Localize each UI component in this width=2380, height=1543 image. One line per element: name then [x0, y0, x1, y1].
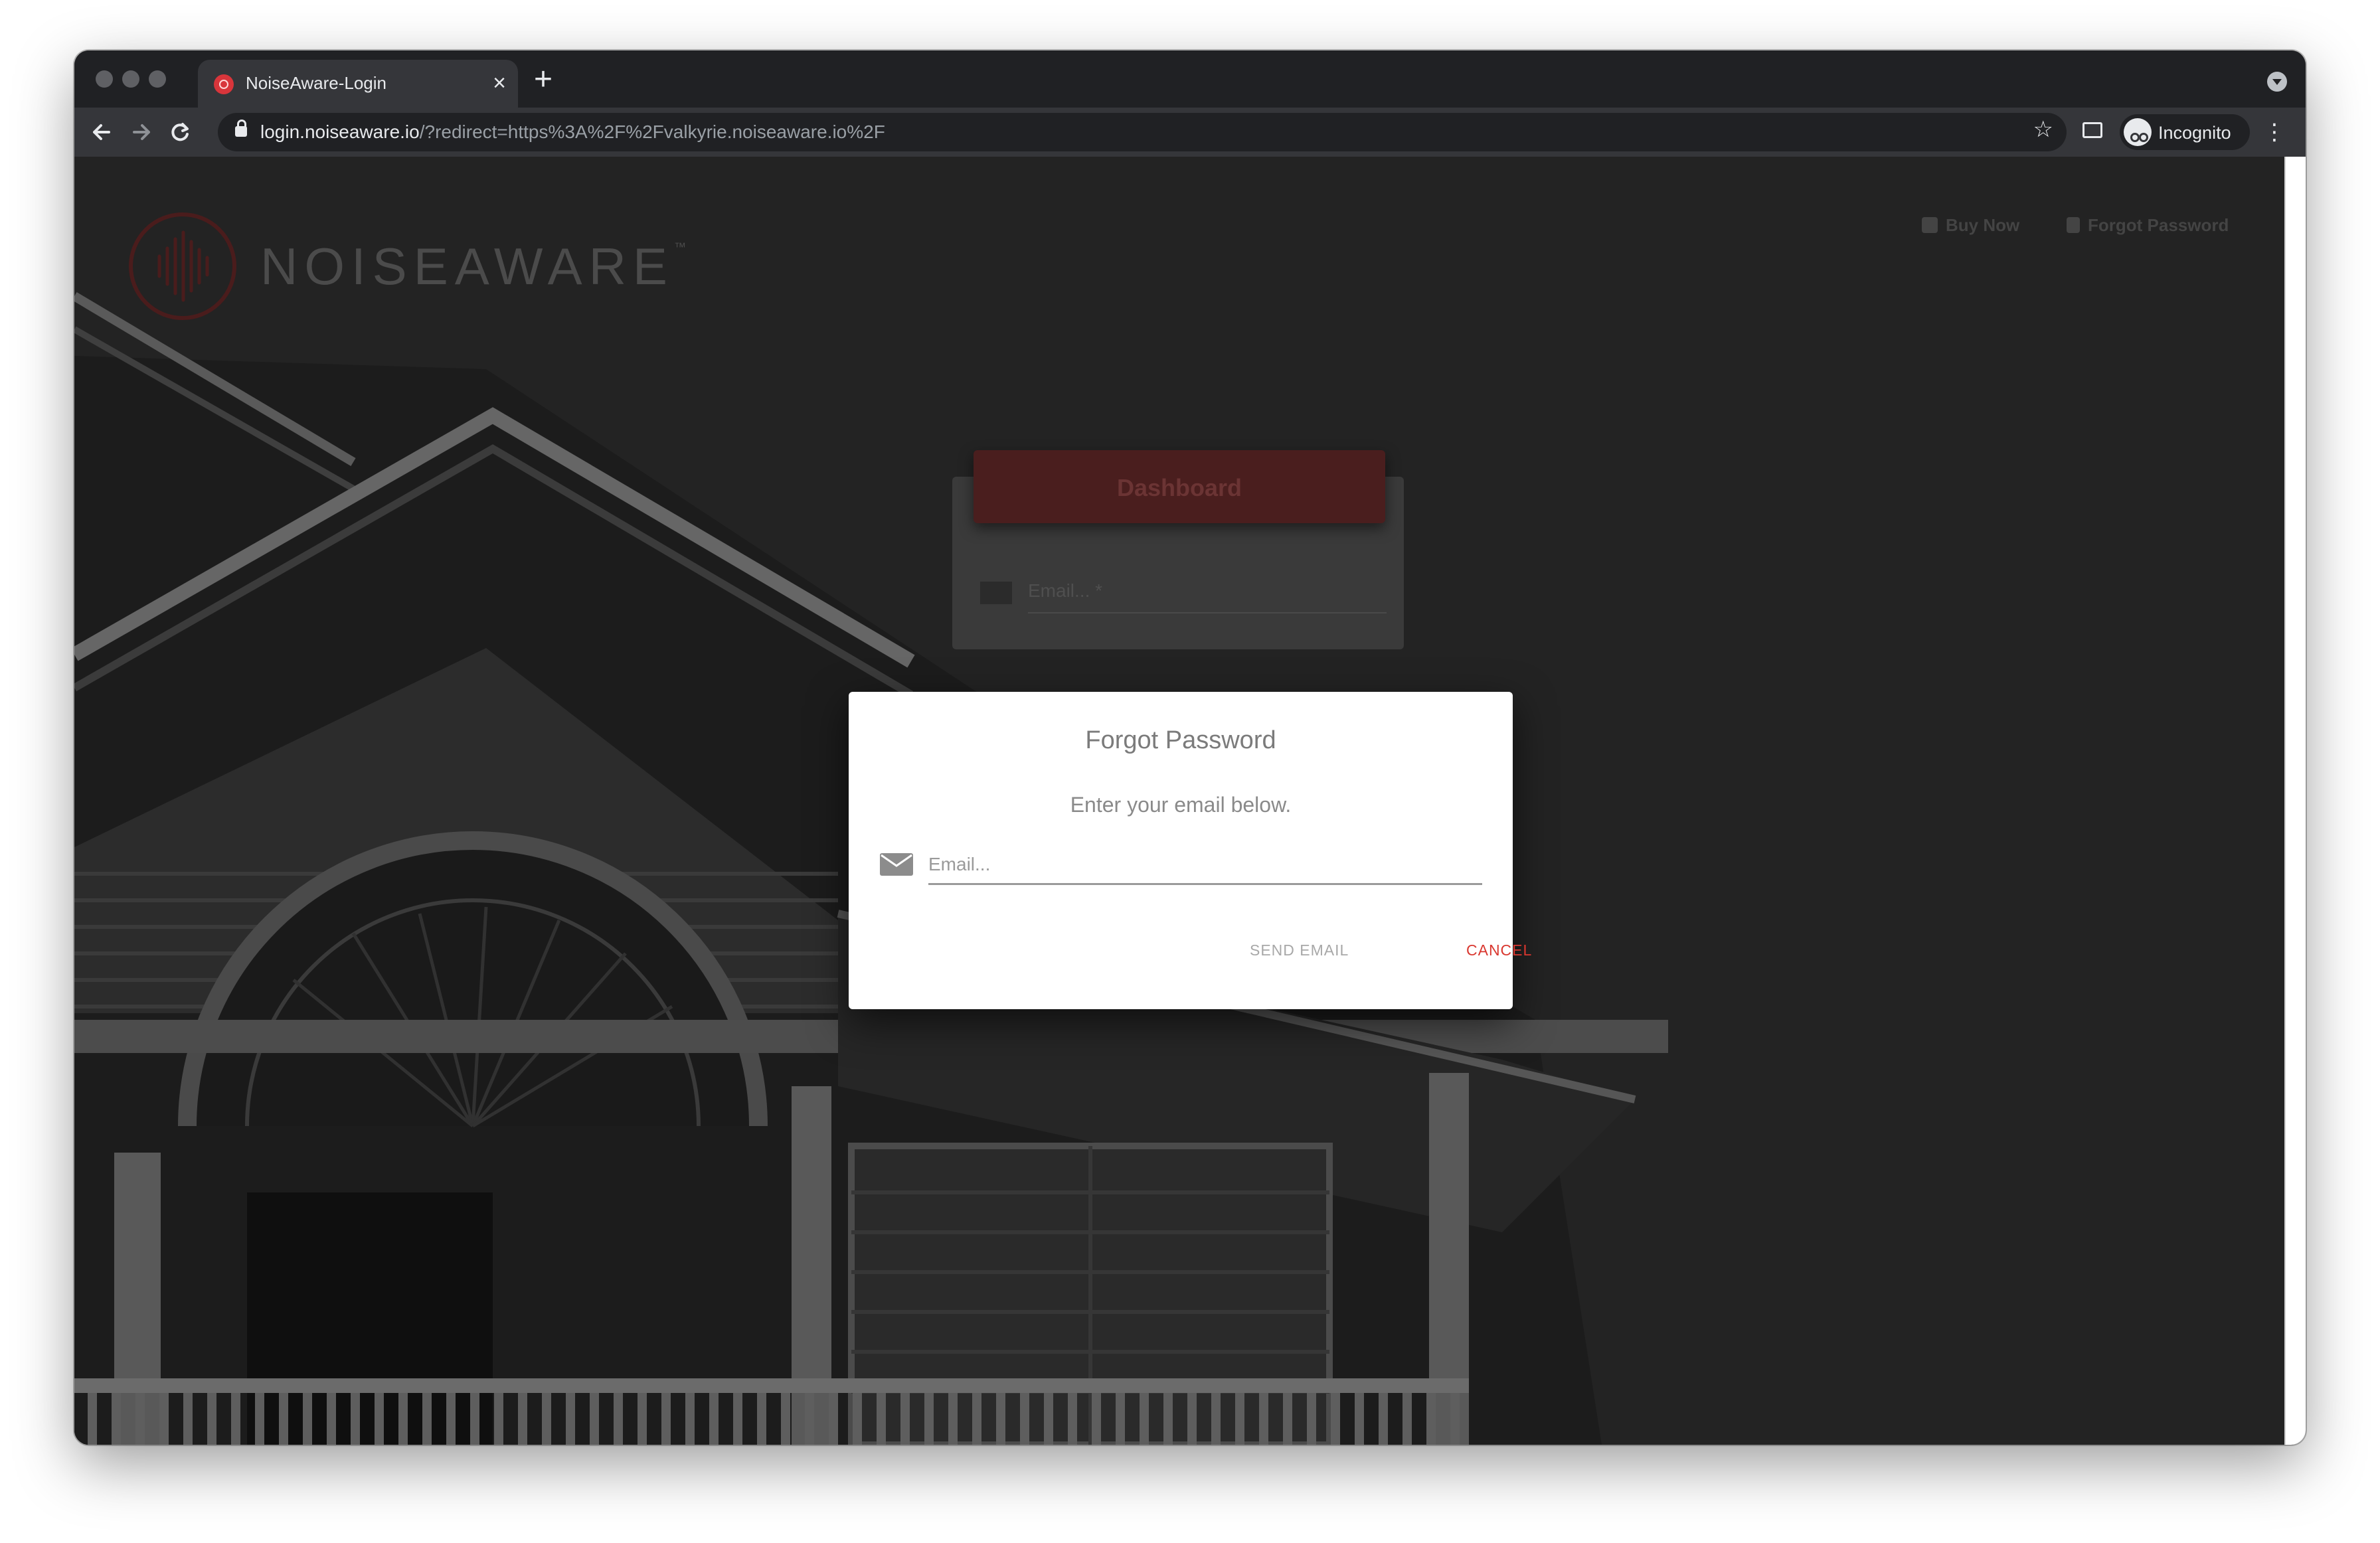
tab-close-icon[interactable]: × — [493, 68, 506, 98]
dashboard-button[interactable]: Dashboard — [974, 450, 1385, 523]
email-input[interactable] — [928, 846, 1482, 885]
dashboard-label: Dashboard — [1116, 474, 1242, 501]
page-viewport: NOISEAWARE™ Buy Now Forgot Password Dash… — [74, 157, 2284, 1445]
noiseaware-favicon-icon — [214, 74, 234, 94]
url-text: login.noiseaware.io/?redirect=https%3A%2… — [260, 122, 885, 143]
cast-icon[interactable] — [2082, 122, 2102, 138]
card-email-placeholder[interactable]: Email... * — [1028, 580, 1102, 602]
tag-icon — [1922, 217, 1938, 233]
buy-now-label: Buy Now — [1946, 215, 2020, 235]
new-tab-button[interactable]: + — [534, 60, 552, 100]
card-email-underline — [1028, 612, 1387, 613]
close-window-button[interactable] — [96, 70, 113, 88]
cancel-button[interactable]: CANCEL — [1458, 936, 1540, 965]
incognito-label: Incognito — [2158, 123, 2231, 143]
scrollbar-track[interactable] — [2284, 157, 2306, 1445]
forgot-password-label: Forgot Password — [2088, 215, 2229, 235]
reload-button[interactable] — [161, 113, 199, 151]
back-button[interactable] — [82, 113, 121, 151]
forgot-password-link[interactable]: Forgot Password — [2067, 215, 2229, 236]
incognito-icon — [2124, 118, 2152, 146]
tab-title: NoiseAware-Login — [246, 73, 386, 93]
browser-window: NoiseAware-Login × + login.noiseaware.io… — [74, 50, 2306, 1445]
forward-button[interactable] — [122, 113, 161, 151]
forgot-password-dialog: Forgot Password Enter your email below. … — [849, 692, 1531, 1009]
browser-toolbar: login.noiseaware.io/?redirect=https%3A%2… — [74, 108, 2306, 157]
tab-search-icon[interactable] — [2267, 72, 2287, 92]
kebab-menu-icon[interactable]: ⋮ — [2263, 114, 2286, 150]
url-path: /?redirect=https%3A%2F%2Fvalkyrie.noisea… — [419, 122, 885, 142]
zoom-window-button[interactable] — [149, 70, 166, 88]
card-mail-icon — [980, 582, 1012, 604]
mail-icon — [880, 853, 913, 876]
brand-name: NOISEAWARE — [260, 237, 674, 295]
back-arrow-icon — [93, 124, 110, 140]
minimize-window-button[interactable] — [122, 70, 139, 88]
dialog-subtitle: Enter your email below. — [1070, 793, 1292, 817]
forward-arrow-icon — [133, 124, 150, 140]
incognito-profile-button[interactable]: Incognito — [2120, 114, 2250, 150]
brand-wordmark: NOISEAWARE™ — [260, 236, 686, 297]
reload-icon — [171, 123, 189, 141]
lock-icon[interactable] — [235, 120, 247, 137]
padlock-icon — [2067, 217, 2080, 233]
trademark-mark: ™ — [673, 240, 686, 254]
url-host: login.noiseaware.io — [260, 122, 420, 142]
star-icon[interactable]: ☆ — [2033, 116, 2053, 143]
noiseaware-logo-icon — [129, 212, 236, 320]
send-email-button[interactable]: SEND EMAIL — [1242, 936, 1357, 965]
dialog-title: Forgot Password — [1085, 726, 1276, 754]
buy-now-link[interactable]: Buy Now — [1922, 215, 2019, 236]
tab-strip: NoiseAware-Login × + — [74, 50, 2306, 108]
address-bar[interactable]: login.noiseaware.io/?redirect=https%3A%2… — [218, 113, 2067, 151]
tab-noiseaware-login[interactable]: NoiseAware-Login × — [198, 60, 518, 108]
